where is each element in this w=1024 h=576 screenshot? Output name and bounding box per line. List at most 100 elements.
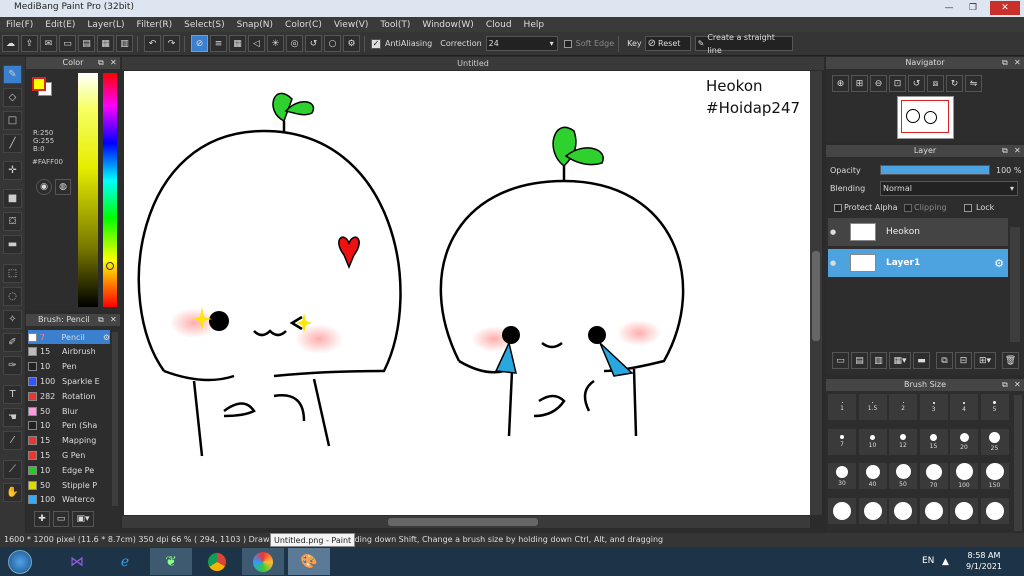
visual-studio-icon[interactable]: ⋈ — [56, 548, 98, 575]
panel-close-icon[interactable]: ✕ — [1014, 146, 1021, 155]
menu-item[interactable]: View(V) — [334, 20, 369, 30]
blending-select[interactable]: Normal ▾ — [880, 181, 1018, 196]
brush-size-option[interactable]: 70 — [919, 463, 948, 489]
antialias-checkbox[interactable]: ✓ — [371, 38, 381, 49]
paint-3d-icon[interactable] — [242, 548, 284, 575]
lock-checkbox[interactable] — [964, 204, 972, 212]
eye-icon[interactable]: ● — [830, 259, 844, 267]
brush-size-option[interactable] — [889, 497, 917, 524]
comment-icon[interactable]: ✉ — [40, 35, 57, 52]
eraser-tool-icon[interactable]: ◇ — [3, 88, 22, 107]
layer-row[interactable]: ● Layer1 ⚙ — [828, 249, 1008, 277]
new-brush-icon[interactable]: ▭ — [53, 511, 69, 527]
restore-icon[interactable]: ❐ — [962, 1, 984, 15]
move-tool-icon[interactable]: ✛ — [3, 161, 22, 180]
brush-size-option[interactable]: 10 — [858, 428, 887, 455]
panel-close-icon[interactable]: ✕ — [110, 58, 117, 67]
rotate-left-icon[interactable]: ↺ — [908, 75, 925, 92]
brush-list-item[interactable]: 15 G Pen — [28, 448, 110, 462]
sheet-icon[interactable]: ▥ — [116, 35, 133, 52]
brush-size-option[interactable]: 50 — [889, 463, 917, 489]
circle-snap-icon[interactable]: ○ — [324, 35, 341, 52]
brush-size-option[interactable]: 1 — [828, 394, 856, 420]
chrome-icon[interactable] — [196, 548, 238, 575]
brush-list-item[interactable]: 7 Pencil ⚙ — [28, 330, 110, 344]
brush-list-item[interactable]: 50 Stipple P — [28, 478, 110, 492]
radial-snap-icon[interactable]: ✳ — [267, 35, 284, 52]
reset-button[interactable]: ⊘ Reset — [644, 36, 691, 51]
text-tool-icon[interactable]: T — [3, 385, 22, 404]
soft-edge-checkbox[interactable] — [563, 39, 572, 48]
merge-layer-icon[interactable]: ⊟ — [955, 352, 972, 369]
panel-close-icon[interactable]: ✕ — [110, 315, 117, 324]
select-pen-tool-icon[interactable]: ✐ — [3, 333, 22, 352]
brush-list-item[interactable]: 10 Pen (Sha — [28, 419, 110, 433]
brush-size-option[interactable]: 2 — [889, 394, 917, 420]
start-button[interactable] — [0, 548, 40, 575]
new-8bit-layer-icon[interactable]: ▥ — [870, 352, 887, 369]
hand-tool-icon[interactable]: ✋ — [3, 483, 22, 502]
rotate-right-icon[interactable]: ↻ — [946, 75, 963, 92]
brush-size-option[interactable]: 3 — [919, 394, 948, 420]
brush-size-option[interactable]: 12 — [889, 428, 917, 455]
flip-icon[interactable]: ⇋ — [965, 75, 982, 92]
panel-float-icon[interactable]: ⧉ — [1002, 380, 1008, 390]
menu-item[interactable]: Edit(E) — [45, 20, 75, 30]
menu-item[interactable]: Filter(R) — [137, 20, 173, 30]
concentric-snap-icon[interactable]: ◎ — [286, 35, 303, 52]
vertical-scroll-thumb[interactable] — [812, 251, 820, 341]
save-icon[interactable]: ▤ — [78, 35, 95, 52]
brush-size-option[interactable]: 25 — [980, 428, 1009, 455]
magic-wand-tool-icon[interactable]: ✧ — [3, 310, 22, 329]
brush-tool-icon[interactable]: ✎ — [3, 65, 22, 84]
brush-size-option[interactable]: 40 — [858, 463, 887, 489]
layer-settings-icon[interactable]: ⊞▾ — [974, 352, 996, 369]
menu-item[interactable]: Help — [524, 20, 545, 30]
select-tool-icon[interactable]: ⬚ — [3, 264, 22, 283]
tray-arrow-icon[interactable]: ▲ — [942, 557, 949, 567]
bucket-tool-icon[interactable]: ⛋ — [3, 212, 22, 231]
brush-size-option[interactable]: 100 — [950, 463, 978, 489]
layer-add-menu-icon[interactable]: ▦▾ — [889, 352, 911, 369]
brush-list-item[interactable]: 100 Waterco — [28, 493, 110, 507]
grid-snap-icon[interactable]: ▦ — [229, 35, 246, 52]
duplicate-layer-icon[interactable]: ⧉ — [936, 352, 953, 369]
drawing-canvas[interactable]: Heokon #Hoidap247 — [124, 71, 810, 515]
correction-select[interactable]: 24 ▾ — [485, 36, 558, 51]
perspective-snap-icon[interactable]: ◁ — [248, 35, 265, 52]
operation-tool-icon[interactable]: ☚ — [3, 408, 22, 427]
medibang-taskbar-icon[interactable]: ❦ — [150, 548, 192, 575]
brush-list-item[interactable]: 282 Rotation — [28, 389, 110, 403]
straight-line-button[interactable]: ✎ Create a straight line — [694, 33, 793, 55]
fit-window-icon[interactable]: ⧈ — [927, 75, 944, 92]
redo-icon[interactable]: ↷ — [163, 35, 180, 52]
panel-float-icon[interactable]: ⧉ — [98, 58, 104, 68]
brush-size-option[interactable] — [950, 497, 978, 524]
paint-icon[interactable]: 🎨 — [288, 548, 330, 575]
brush-size-option[interactable]: 7 — [828, 428, 856, 455]
menu-item[interactable]: Snap(N) — [237, 20, 273, 30]
clock[interactable]: 8:58 AM 9/1/2021 — [956, 550, 1012, 572]
navigator-thumbnail[interactable] — [897, 96, 954, 139]
actual-size-icon[interactable]: ⊡ — [889, 75, 906, 92]
brush-size-option[interactable] — [828, 497, 856, 524]
brush-size-option[interactable] — [980, 497, 1009, 524]
opacity-slider[interactable] — [880, 165, 990, 175]
panel-float-icon[interactable]: ⧉ — [98, 315, 104, 325]
brush-size-option[interactable] — [858, 497, 887, 524]
brush-size-option[interactable]: 4 — [950, 394, 978, 420]
brush-size-option[interactable]: 30 — [828, 463, 856, 489]
layer-row[interactable]: ● Heokon — [828, 218, 1008, 246]
add-brush-icon[interactable]: ✚ — [34, 511, 50, 527]
palette-icon[interactable]: ◉ — [36, 179, 52, 195]
close-icon[interactable]: ✕ — [990, 1, 1020, 15]
brush-size-option[interactable]: 150 — [980, 463, 1009, 489]
new-file-icon[interactable]: ▭ — [59, 35, 76, 52]
brush-size-option[interactable]: 15 — [919, 428, 948, 455]
lasso-tool-icon[interactable]: ◌ — [3, 287, 22, 306]
brush-list-item[interactable]: 10 Pen — [28, 360, 110, 374]
brush-list-item[interactable]: 10 Edge Pe — [28, 463, 110, 477]
brush-size-option[interactable]: 1.5 — [858, 394, 887, 420]
brush-list-scrollbar[interactable] — [112, 332, 118, 506]
parallel-snap-icon[interactable]: ≡ — [210, 35, 227, 52]
